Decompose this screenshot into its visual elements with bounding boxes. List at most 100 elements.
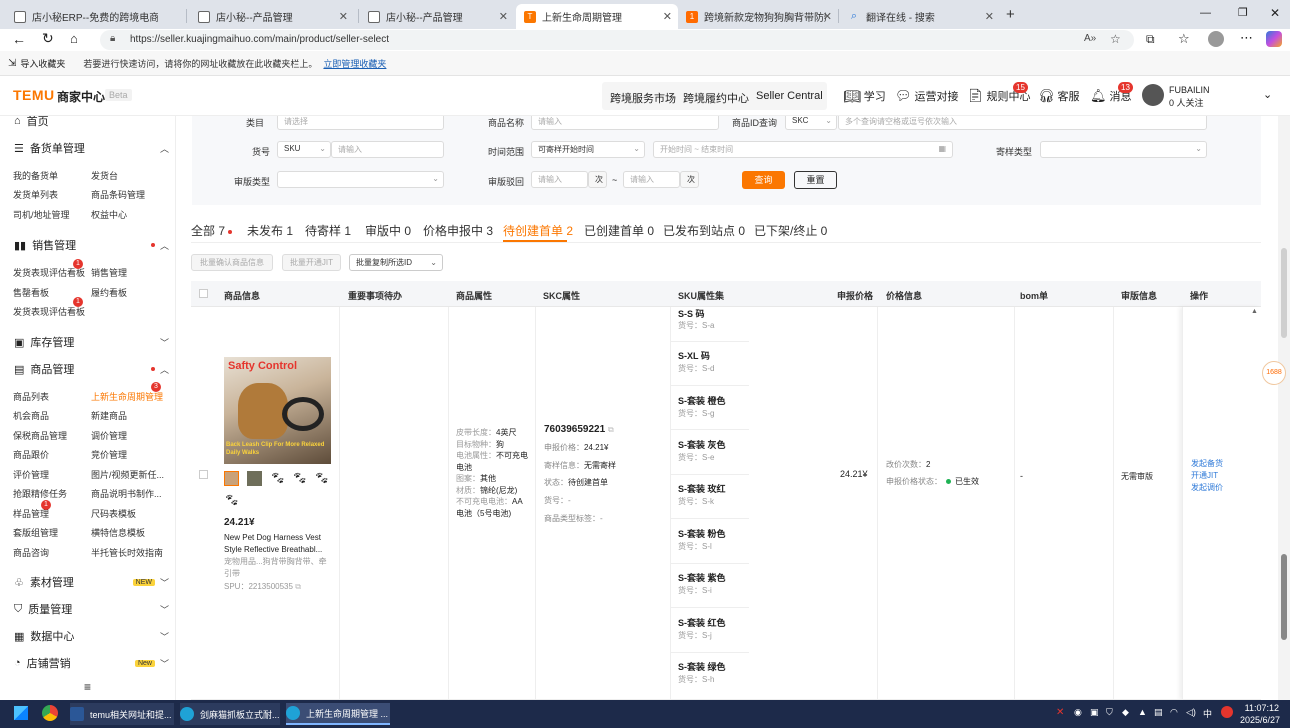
sidebar-item[interactable]: 商品列表	[13, 390, 49, 403]
sample-type-select[interactable]: ⌄	[1040, 141, 1207, 158]
sidebar-item[interactable]: 新建商品	[91, 409, 127, 422]
chrome-icon[interactable]	[42, 705, 58, 721]
tab-in-review[interactable]: 审版中 0	[365, 222, 411, 239]
sidebar-item[interactable]: 图片/视频更新任...	[91, 468, 164, 481]
thumbnail[interactable]	[224, 471, 239, 486]
sidebar-item[interactable]: 发货台	[91, 169, 118, 182]
sidebar-item[interactable]: 评价管理	[13, 468, 49, 481]
tab-delisted[interactable]: 已下架/终止 0	[754, 222, 827, 239]
browser-tab[interactable]: 店小秘--产品管理 ✕	[190, 4, 354, 29]
thumbnail[interactable]: 🐾︎	[314, 471, 329, 486]
thumbnail[interactable]	[247, 471, 262, 486]
volume-icon[interactable]: ◁)	[1186, 707, 1196, 718]
sidebar-item[interactable]: 商品跟价	[13, 448, 49, 461]
wifi-icon[interactable]: ◠	[1170, 707, 1178, 718]
sidebar-item[interactable]: 销售管理	[91, 266, 127, 279]
close-icon[interactable]: ✕	[663, 10, 672, 23]
sidebar-item[interactable]: 半托管长时效指南	[91, 546, 163, 559]
thumbnail[interactable]: 🐾︎	[292, 471, 307, 486]
thumbnail[interactable]: 🐾︎	[270, 471, 285, 486]
page-scrollbar[interactable]	[1278, 116, 1290, 700]
close-icon[interactable]: ✕	[823, 10, 832, 23]
sidebar-item[interactable]: 机会商品	[13, 409, 49, 422]
sidebar-item[interactable]: 商品咨询	[13, 546, 49, 559]
date-range-picker[interactable]: 开始时间 ~ 结束时间 ▦	[653, 141, 953, 158]
user-name[interactable]: FUBAILIN	[1169, 85, 1210, 95]
sidebar-section-materials[interactable]: ♧ 素材管理 NEW ﹀	[14, 574, 169, 590]
sidebar-section-marketing[interactable]: ◔ 店铺营销 New ﹀	[14, 655, 169, 671]
tab-pending-sample[interactable]: 待寄样 1	[305, 222, 351, 239]
product-image[interactable]: Safty Control Back Leash Clip For More R…	[224, 357, 331, 464]
product-name-input[interactable]: 请输入	[531, 116, 719, 130]
tray-icon[interactable]: ◆	[1122, 707, 1129, 718]
taskbar-app-active[interactable]: 上新生命周期管理 ...	[286, 703, 390, 725]
bulk-copy-select[interactable]: 批量复制所选ID ⌄	[349, 254, 443, 271]
select-all-checkbox[interactable]	[199, 289, 208, 298]
close-icon[interactable]: ✕	[985, 10, 994, 23]
tray-icon[interactable]: ▲	[1138, 707, 1147, 717]
extensions-icon[interactable]: ⧉	[1146, 32, 1155, 47]
sidebar-item[interactable]: 履约看板	[91, 286, 127, 299]
read-aloud-icon[interactable]: A»	[1084, 33, 1096, 44]
sidebar-item[interactable]: 发货单列表	[13, 188, 58, 201]
windows-start-icon[interactable]	[14, 706, 28, 720]
scroll-up-icon[interactable]: ▲	[1251, 308, 1258, 315]
browser-tab[interactable]: 1 跨境新款宠物狗狗胸背带防爆冲牵 ✕	[678, 4, 838, 29]
product-name[interactable]: New Pet Dog Harness Vest Style Reflectiv…	[224, 532, 332, 556]
sidebar-item[interactable]: 我的备货单	[13, 169, 58, 182]
reset-button[interactable]: 重置	[794, 171, 837, 189]
enable-jit-link[interactable]: 开通JIT	[1191, 470, 1218, 481]
row-checkbox[interactable]	[199, 470, 208, 479]
sidebar-section-sales[interactable]: ▮▮ 销售管理 ︿	[14, 237, 169, 253]
more-icon[interactable]: ⋯	[1240, 30, 1253, 46]
reject-max-input[interactable]: 请输入	[623, 171, 680, 188]
sidebar-section-products[interactable]: ▤ 商品管理 ︿	[14, 361, 169, 377]
clock-date[interactable]: 2025/6/27	[1238, 715, 1280, 725]
review-type-select[interactable]: ⌄	[277, 171, 444, 188]
nav-seller-central[interactable]: Seller Central	[756, 90, 823, 102]
product-id-input[interactable]: 多个查询请空格或逗号依次输入	[838, 116, 1207, 130]
sidebar-item[interactable]: 保税商品管理	[13, 429, 67, 442]
url-field[interactable]: 🔒︎ https://seller.kuajingmaihuo.com/main…	[100, 30, 1134, 50]
maximize-button[interactable]: ❐	[1238, 6, 1248, 19]
refresh-icon[interactable]: ↻	[42, 30, 54, 47]
sidebar-item[interactable]: 司机/地址管理	[13, 208, 70, 221]
new-tab-button[interactable]: +	[1006, 6, 1015, 23]
tray-icon[interactable]: ▤	[1154, 707, 1163, 718]
learn-button[interactable]: 📖︎ 学习	[843, 85, 886, 107]
favorites-icon[interactable]: ☆	[1178, 31, 1190, 47]
nav-fulfillment-center[interactable]: 跨境履约中心	[683, 90, 749, 106]
close-window-button[interactable]: ✕	[1270, 6, 1280, 20]
browser-tab[interactable]: 店小秘--产品管理 ✕	[360, 4, 514, 29]
bulk-confirm-button[interactable]: 批量确认商品信息	[191, 254, 273, 271]
sidebar-section-stock-orders[interactable]: ☰ 备货单管理 ︿	[14, 140, 169, 156]
reject-min-input[interactable]: 请输入	[531, 171, 588, 188]
sogou-icon[interactable]	[1221, 706, 1233, 718]
alibaba-float-icon[interactable]: 1688	[1262, 361, 1286, 385]
chevron-down-icon[interactable]: ⌄	[1263, 88, 1272, 101]
temu-logo[interactable]: TEMU	[13, 87, 55, 103]
customer-service-button[interactable]: 🎧︎ 客服	[1038, 85, 1080, 107]
profile-avatar[interactable]	[1208, 31, 1224, 47]
sidebar-item[interactable]: 商品条码管理	[91, 188, 145, 201]
sidebar-item[interactable]: 发货表现评估看板	[13, 305, 85, 318]
home-icon[interactable]: ⌂	[70, 31, 78, 46]
sidebar-home[interactable]: ⌂ 首页	[14, 116, 169, 129]
sidebar-item[interactable]: 调价管理	[91, 429, 127, 442]
tab-unpublished[interactable]: 未发布 1	[247, 222, 293, 239]
browser-tab-active[interactable]: T 上新生命周期管理 ✕	[516, 4, 678, 29]
sidebar-item[interactable]: 权益中心	[91, 208, 127, 221]
id-type-select[interactable]: SKC ⌄	[785, 116, 837, 130]
tray-icon[interactable]: ▣	[1090, 707, 1099, 718]
start-stocking-link[interactable]: 发起备货	[1191, 458, 1223, 469]
tab-price-declaring[interactable]: 价格申报中 3	[423, 222, 493, 239]
copilot-icon[interactable]	[1266, 31, 1282, 47]
tray-icon[interactable]: ⛉	[1106, 707, 1113, 718]
sidebar-item[interactable]: 商品说明书制作...	[91, 487, 162, 500]
tray-icon[interactable]: ◉	[1074, 707, 1082, 718]
tab-first-order-created[interactable]: 已创建首单 0	[584, 222, 654, 239]
sidebar-item[interactable]: 竞价管理	[91, 448, 127, 461]
sku-type-select[interactable]: SKU ⌄	[277, 141, 331, 158]
start-price-adjust-link[interactable]: 发起调价	[1191, 482, 1223, 493]
copy-icon[interactable]: ⧉	[295, 582, 301, 591]
